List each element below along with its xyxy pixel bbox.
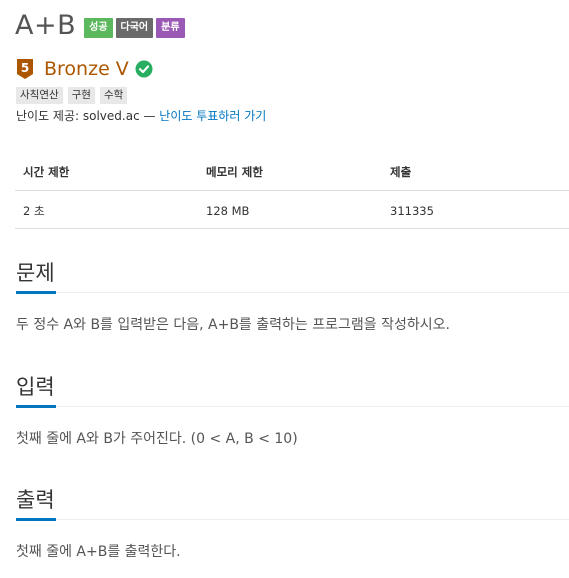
description-section: 문제 두 정수 A와 B를 입력받은 다음, A+B를 출력하는 프로그램을 작… — [16, 257, 569, 334]
check-circle-icon — [135, 60, 153, 78]
algorithm-tags: 사칙연산 구현 수학 — [16, 87, 132, 104]
section-header: 출력 — [16, 484, 569, 521]
header-time-limit: 시간 제한 — [15, 152, 198, 191]
section-header: 입력 — [16, 371, 569, 408]
section-underline — [16, 518, 56, 521]
section-header: 문제 — [16, 257, 569, 294]
header-memory-limit: 메모리 제한 — [198, 152, 382, 191]
time-limit-value: 2 초 — [15, 190, 198, 229]
table-header-row: 시간 제한 메모리 제한 제출 — [15, 152, 569, 191]
problem-header: A+B 성공 다국어 분류 — [15, 10, 188, 41]
badge-multilang[interactable]: 다국어 — [115, 17, 154, 38]
tag-implementation[interactable]: 구현 — [67, 87, 95, 104]
tier-row: 5 Bronze V — [16, 58, 153, 80]
badge-category[interactable]: 분류 — [156, 17, 185, 38]
section-title: 입력 — [16, 375, 55, 399]
memory-limit-value: 128 MB — [198, 190, 382, 229]
problem-badges: 성공 다국어 분류 — [84, 17, 187, 38]
output-description: 첫째 줄에 A+B를 출력한다. — [16, 544, 181, 560]
vote-difficulty-link[interactable]: 난이도 투표하러 가기 — [159, 109, 266, 123]
table-row: 2 초 128 MB 311335 — [15, 190, 569, 229]
tag-arithmetic[interactable]: 사칙연산 — [16, 87, 63, 104]
tag-math[interactable]: 수학 — [99, 87, 128, 104]
section-underline — [16, 291, 56, 294]
provider-label: 난이도 제공: solved.ac — — [16, 109, 160, 123]
submissions-value[interactable]: 311335 — [382, 190, 569, 229]
difficulty-provider: 난이도 제공: solved.ac — 난이도 투표하러 가기 — [16, 107, 266, 124]
problem-info-table: 시간 제한 메모리 제한 제출 2 초 128 MB 311335 — [15, 152, 569, 229]
problem-description: 두 정수 A와 B를 입력받은 다음, A+B를 출력하는 프로그램을 작성하시… — [16, 317, 450, 333]
input-description: 첫째 줄에 A와 B가 주어진다. (0 < A, B < 10) — [16, 431, 298, 447]
output-section: 출력 첫째 줄에 A+B를 출력한다. — [16, 484, 569, 561]
tier-name[interactable]: Bronze V — [44, 58, 129, 80]
bronze-tier-icon: 5 — [17, 59, 33, 79]
section-title: 출력 — [16, 488, 55, 512]
problem-title: A+B — [15, 10, 77, 41]
section-title: 문제 — [16, 261, 55, 285]
input-section: 입력 첫째 줄에 A와 B가 주어진다. (0 < A, B < 10) — [16, 371, 569, 448]
badge-success[interactable]: 성공 — [84, 17, 113, 38]
section-underline — [16, 405, 56, 408]
tier-level: 5 — [21, 61, 29, 75]
header-submissions: 제출 — [382, 152, 569, 191]
